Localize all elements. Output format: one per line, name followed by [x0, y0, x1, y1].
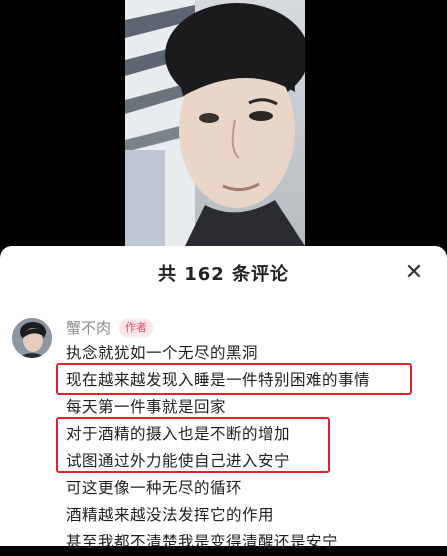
comment-text: 执念就犹如一个无尽的黑洞 现在越来越发现入睡是一件特别困难的事情 每天第一件事就…	[66, 340, 370, 556]
comments-sheet: 共 162 条评论 ✕ 蟹不肉 作者 执念就犹如一个无尽的黑洞 现在越来越发现入…	[0, 246, 447, 551]
comment-line: 可这更像一种无尽的循环	[66, 479, 243, 497]
comment-line: 甚至我都不清楚我是变得清醒还是安宁	[66, 533, 339, 551]
comment-line: 每天第一件事就是回家	[66, 398, 227, 416]
video-area[interactable]	[0, 0, 447, 246]
comment-line: 酒精越来越没法发挥它的作用	[66, 506, 275, 524]
comment-line: 现在越来越发现入睡是一件特别困难的事情	[66, 371, 371, 389]
comment-line: 试图通过外力能使自己进入安宁	[66, 452, 291, 470]
close-icon[interactable]: ✕	[403, 262, 425, 284]
avatar[interactable]	[12, 318, 52, 358]
comment-line: 执念就犹如一个无尽的黑洞	[66, 344, 259, 362]
author-badge: 作者	[119, 318, 154, 337]
comment-username[interactable]: 蟹不肉	[66, 317, 111, 338]
comments-header: 共 162 条评论 ✕	[0, 246, 447, 300]
comment-count-title: 共 162 条评论	[157, 264, 290, 285]
comment-line: 对于酒精的摄入也是不断的增加	[66, 425, 291, 443]
comment-author-row: 蟹不肉 作者	[66, 317, 154, 338]
video-thumbnail[interactable]	[125, 0, 305, 246]
